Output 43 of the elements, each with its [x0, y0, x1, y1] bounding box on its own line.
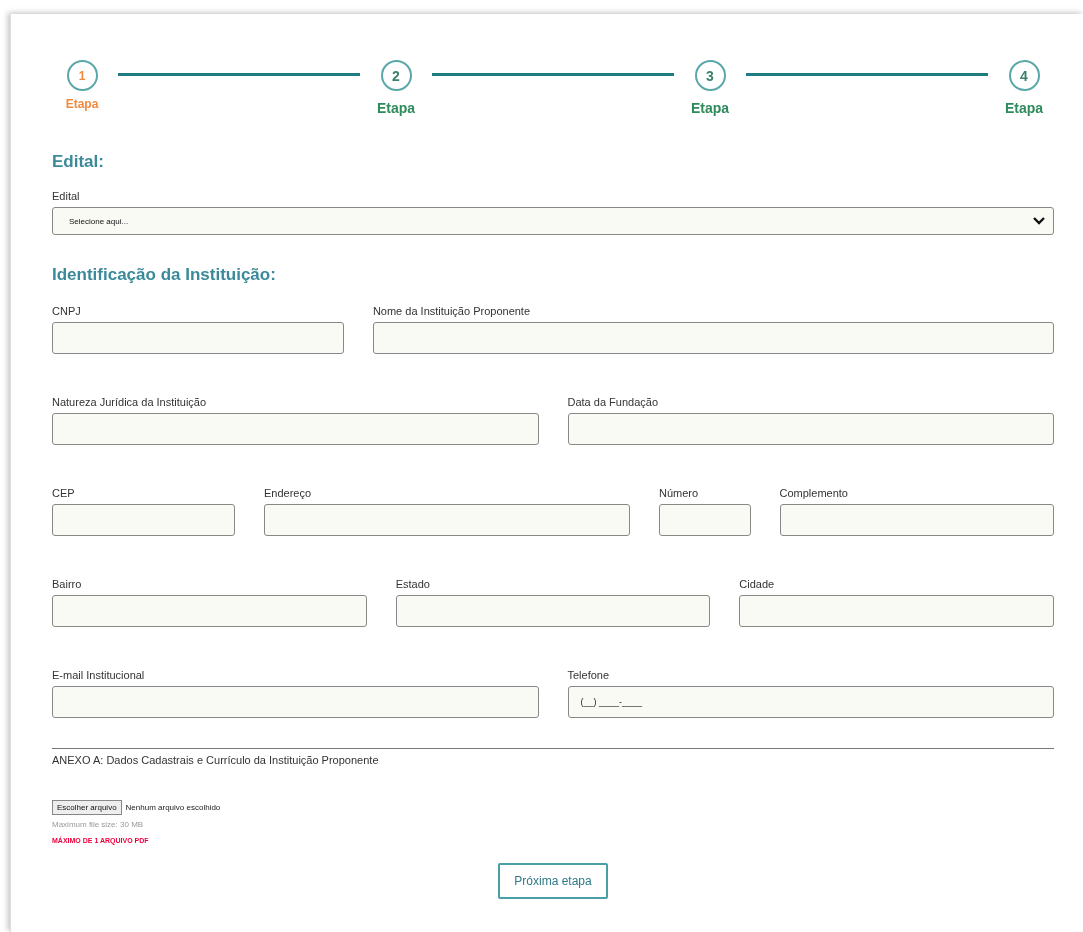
field-label: Edital: [52, 190, 81, 202]
field-label: Telefone: [567, 669, 611, 681]
input-field[interactable]: [395, 595, 711, 627]
input-field[interactable]: (__) ____-____: [567, 686, 1054, 718]
field-label: CEP: [52, 487, 76, 499]
choose-file-button[interactable]: Escolher arquivo: [52, 800, 122, 815]
section-heading: Identificação da Instituição:: [52, 265, 277, 285]
field-label: Nome da Instituição Proponente: [372, 305, 532, 317]
field-label: E-mail Institucional: [52, 669, 146, 681]
input-field[interactable]: [52, 595, 367, 627]
field-label: Número: [659, 487, 700, 499]
input-field[interactable]: [779, 504, 1054, 536]
file-size-note: Maximum file size: 30 MB: [52, 820, 145, 829]
input-field[interactable]: [372, 322, 1054, 354]
field-label: Cidade: [739, 578, 776, 590]
attachment-label: ANEXO A: Dados Cadastrais e Currículo da Instituição Proponente: [52, 754, 380, 766]
chevron-down-icon: [1033, 217, 1045, 225]
section-heading: Edital:: [52, 152, 105, 172]
field-label: Estado: [395, 578, 431, 590]
step-label: Etapa: [376, 100, 416, 116]
step-circle[interactable]: 3: [694, 60, 726, 91]
file-status: Nenhum arquivo escolhido: [125, 803, 221, 812]
step-label: Etapa: [690, 100, 730, 116]
field-label: Bairro: [52, 578, 83, 590]
input-field[interactable]: [52, 686, 539, 718]
input-field[interactable]: [52, 413, 539, 445]
field-label: Complemento: [779, 487, 849, 499]
input-field[interactable]: [567, 413, 1054, 445]
field-label: Endereço: [264, 487, 313, 499]
input-field[interactable]: [52, 504, 235, 536]
input-field[interactable]: [739, 595, 1054, 627]
field-label: Data da Fundação: [567, 396, 659, 408]
step-circle[interactable]: 2: [380, 60, 412, 91]
select-field[interactable]: Selecione aqui...: [52, 207, 1054, 235]
step-label: Etapa: [65, 97, 99, 111]
step-circle[interactable]: 4: [1008, 60, 1040, 91]
next-step-button[interactable]: Próxima etapa: [498, 863, 608, 899]
input-field[interactable]: [264, 504, 630, 536]
input-field[interactable]: [52, 322, 344, 354]
field-label: CNPJ: [52, 305, 82, 317]
input-field[interactable]: [659, 504, 751, 536]
step-label: Etapa: [1004, 100, 1044, 116]
field-label: Natureza Jurídica da Instituição: [52, 396, 208, 408]
